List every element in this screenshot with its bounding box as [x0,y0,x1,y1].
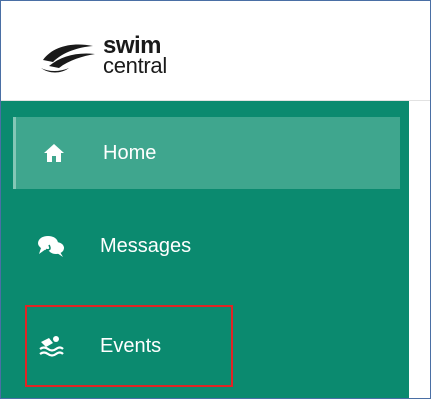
brand-line2: central [103,53,167,78]
app-window: swim central Home Messages Events [0,0,431,399]
sidebar-item-events[interactable]: Events [13,310,400,382]
swimmer-swoosh-icon [41,44,95,73]
sidebar-item-label: Messages [100,234,192,257]
app-header: swim central [1,1,430,101]
swim-central-logo[interactable]: swim central [39,34,167,78]
sidebar-item-messages[interactable]: Messages [13,210,400,282]
sidebar-item-home[interactable]: Home [13,117,400,189]
swimmer-icon [37,332,65,360]
sidebar-nav: Home Messages Events [1,101,409,398]
brand-wordmark: swim central [103,34,167,78]
main-content [409,101,430,398]
sidebar-item-label: Home [103,141,157,164]
sidebar-item-label: Events [100,334,162,357]
home-icon [40,139,68,167]
chat-bubbles-icon [37,232,65,260]
